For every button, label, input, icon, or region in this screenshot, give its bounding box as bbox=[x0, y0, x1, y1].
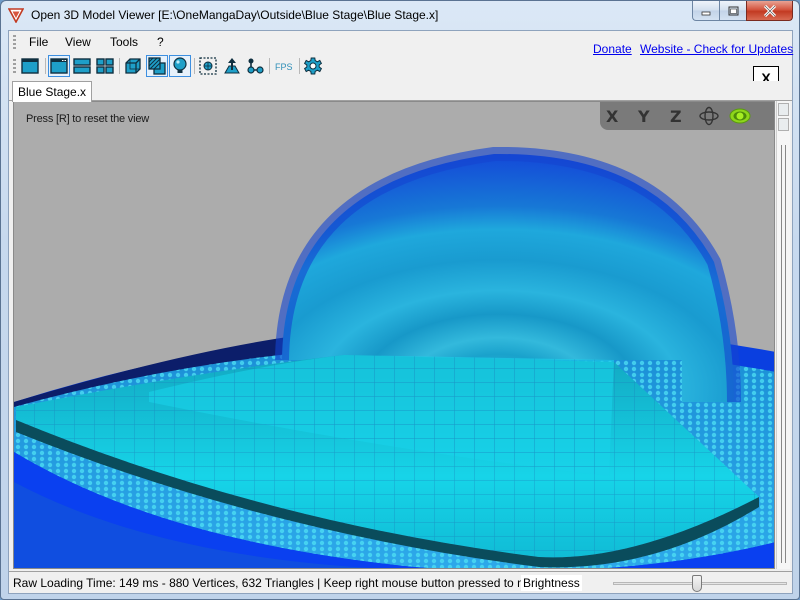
four-views-icon bbox=[96, 58, 114, 74]
menu-grip[interactable] bbox=[13, 35, 16, 49]
two-views-button[interactable] bbox=[71, 55, 93, 77]
app-logo-icon bbox=[8, 8, 24, 23]
eye-icon[interactable] bbox=[728, 106, 752, 126]
orbit-icon[interactable] bbox=[698, 106, 720, 126]
wireframe-cube-icon bbox=[125, 58, 141, 74]
skeleton-icon bbox=[247, 58, 264, 74]
axis-z-button[interactable]: Z bbox=[670, 107, 682, 126]
menu-help[interactable]: ? bbox=[157, 35, 164, 49]
window-title: Open 3D Model Viewer [E:\OneMangaDay\Out… bbox=[31, 8, 439, 22]
app-window: Open 3D Model Viewer [E:\OneMangaDay\Out… bbox=[0, 0, 800, 600]
axis-x-button[interactable]: X bbox=[606, 107, 618, 126]
maximize-icon bbox=[728, 6, 738, 15]
normals-button[interactable] bbox=[221, 55, 243, 77]
toolbar-separator bbox=[269, 58, 270, 74]
brightness-slider[interactable] bbox=[609, 574, 791, 592]
tab-strip: Blue Stage.x bbox=[9, 81, 792, 102]
client-area: File View Tools ? Donate Website - Check… bbox=[8, 30, 793, 594]
side-scrollbar[interactable] bbox=[776, 101, 790, 569]
status-bar: Raw Loading Time: 149 ms - 880 Vertices,… bbox=[9, 571, 792, 593]
skeleton-button[interactable] bbox=[244, 55, 266, 77]
3d-viewport[interactable]: Press [R] to reset the view X Y Z bbox=[13, 101, 775, 569]
brightness-label: Brightness bbox=[521, 575, 582, 591]
four-views-button[interactable] bbox=[94, 55, 116, 77]
tab-blue-stage[interactable]: Blue Stage.x bbox=[12, 81, 93, 102]
donate-link[interactable]: Donate bbox=[593, 42, 632, 56]
settings-gear-icon bbox=[304, 57, 322, 75]
bounding-box-button[interactable] bbox=[197, 55, 219, 77]
scroll-track[interactable] bbox=[781, 145, 786, 563]
fps-toggle[interactable]: FPS bbox=[275, 62, 293, 72]
reset-view-hint: Press [R] to reset the view bbox=[26, 113, 149, 125]
toolbar-separator bbox=[194, 58, 195, 74]
maximize-button[interactable] bbox=[719, 1, 746, 21]
open-file-button[interactable] bbox=[19, 55, 41, 77]
single-view-button[interactable] bbox=[48, 55, 70, 77]
slider-thumb[interactable] bbox=[691, 575, 702, 592]
bounding-box-icon bbox=[199, 57, 217, 75]
menu-file[interactable]: File bbox=[29, 35, 48, 49]
status-text: Raw Loading Time: 149 ms - 880 Vertices,… bbox=[13, 576, 556, 590]
menu-tools[interactable]: Tools bbox=[110, 35, 138, 49]
lighting-button[interactable] bbox=[169, 55, 191, 77]
scroll-handle[interactable] bbox=[778, 118, 789, 131]
wireframe-button[interactable] bbox=[122, 55, 144, 77]
two-views-icon bbox=[73, 58, 91, 74]
toolbar-separator bbox=[119, 58, 120, 74]
single-view-icon bbox=[50, 58, 68, 74]
shading-icon bbox=[148, 57, 166, 75]
toolbar-separator bbox=[299, 58, 300, 74]
lighting-bulb-icon bbox=[173, 57, 187, 73]
minimize-icon bbox=[701, 11, 711, 15]
menu-view[interactable]: View bbox=[65, 35, 91, 49]
close-window-button[interactable] bbox=[746, 1, 793, 21]
minimize-button[interactable] bbox=[692, 1, 719, 21]
3d-scene-render bbox=[14, 146, 774, 568]
toolbar: FPS bbox=[9, 53, 569, 79]
settings-button[interactable] bbox=[302, 55, 324, 77]
title-bar[interactable]: Open 3D Model Viewer [E:\OneMangaDay\Out… bbox=[1, 1, 799, 29]
view-axis-toolbar: X Y Z bbox=[600, 102, 774, 130]
toolbar-grip[interactable] bbox=[13, 59, 16, 73]
normals-icon bbox=[224, 58, 240, 74]
shading-button[interactable] bbox=[146, 55, 168, 77]
close-icon bbox=[763, 4, 776, 17]
toolbar-separator bbox=[45, 58, 46, 74]
axis-y-button[interactable]: Y bbox=[638, 107, 650, 126]
scroll-up-button[interactable] bbox=[778, 103, 789, 116]
open-folder-icon bbox=[21, 58, 39, 74]
window-controls bbox=[692, 1, 793, 21]
website-link[interactable]: Website - Check for Updates bbox=[640, 42, 793, 56]
